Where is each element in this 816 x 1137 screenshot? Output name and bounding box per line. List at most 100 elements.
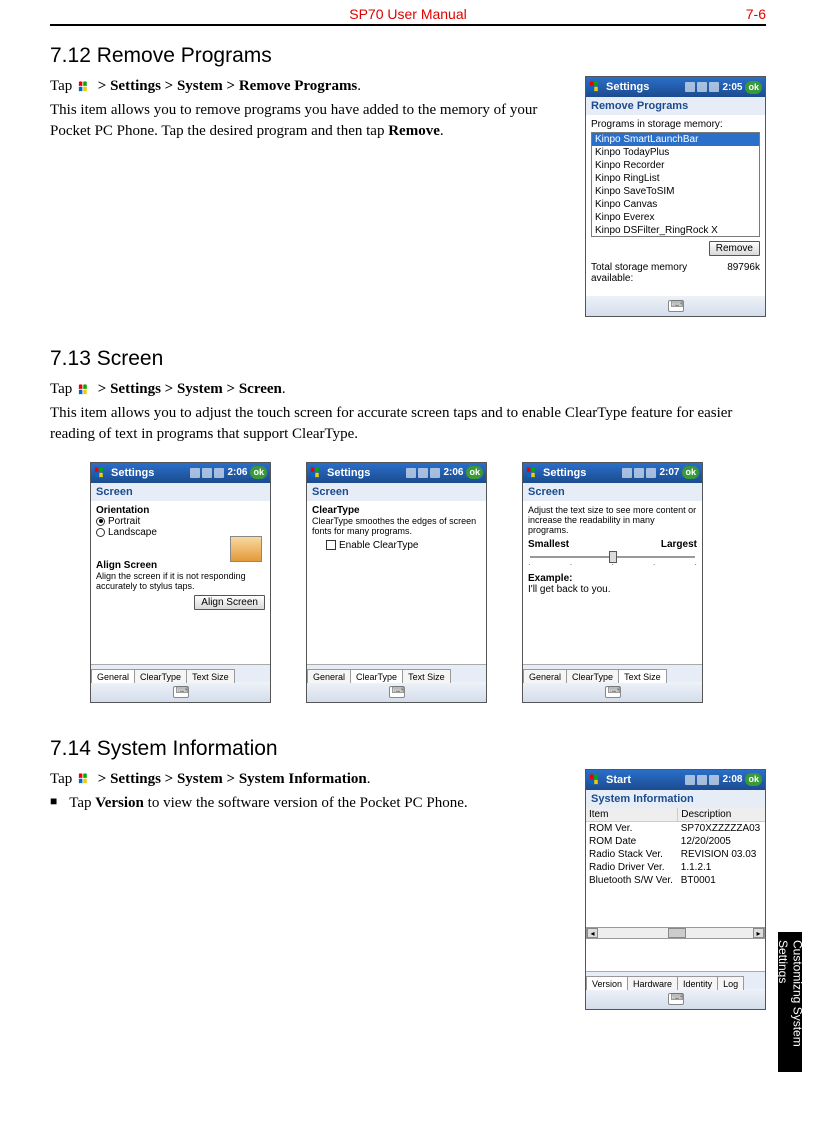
screen-subtitle: Remove Programs [586, 97, 765, 115]
table-row: ROM Date12/20/2005 [586, 835, 765, 848]
start-icon[interactable] [310, 466, 324, 480]
side-tab-chapter: Customizng System Settings [778, 932, 802, 1072]
signal-icon [685, 775, 695, 785]
tab-identity[interactable]: Identity [677, 976, 718, 990]
radio-portrait[interactable]: Portrait [96, 516, 265, 527]
tab-hardware[interactable]: Hardware [627, 976, 678, 990]
programs-label: Programs in storage memory: [591, 119, 760, 130]
start-icon[interactable] [589, 80, 603, 94]
window-title: Settings [111, 467, 187, 479]
storage-label: Total storage memory available: [591, 262, 727, 284]
volume-icon [214, 468, 224, 478]
table-row: Bluetooth S/W Ver.BT0001 [586, 874, 765, 887]
tab-textsize[interactable]: Text Size [186, 669, 235, 683]
tap-path-7-14: Tap > Settings > System > System Informa… [50, 769, 555, 789]
window-title: Settings [543, 467, 619, 479]
window-title: Settings [606, 81, 682, 93]
list-item[interactable]: Kinpo TodayPlus [592, 146, 759, 159]
connection-icon [418, 468, 428, 478]
keyboard-icon[interactable] [668, 993, 684, 1005]
textsize-desc: Adjust the text size to see more content… [528, 505, 697, 535]
keyboard-icon[interactable] [668, 300, 684, 312]
section-7-14-heading: 7.14 System Information [50, 737, 766, 761]
tap-path-7-13: Tap > Settings > System > Screen. [50, 379, 766, 399]
tab-version[interactable]: Version [586, 976, 628, 990]
keyboard-icon[interactable] [389, 686, 405, 698]
align-screen-button[interactable]: Align Screen [194, 595, 265, 610]
example-label: Example: [528, 573, 697, 584]
bullet-version: ■ Tap Version to view the software versi… [50, 793, 555, 813]
connection-icon [697, 82, 707, 92]
ok-button[interactable]: ok [745, 81, 762, 94]
remove-programs-screenshot: Settings 2:05 ok Remove Programs Program… [585, 76, 766, 317]
system-information-screenshot: Start 2:08 ok System Information Item De… [585, 769, 766, 1010]
example-text: I'll get back to you. [528, 584, 697, 595]
list-item[interactable]: Kinpo SaveToSIM [592, 185, 759, 198]
connection-icon [634, 468, 644, 478]
section-7-13-body: This item allows you to adjust the touch… [50, 403, 766, 444]
ok-button[interactable]: ok [250, 466, 267, 479]
start-icon[interactable] [526, 466, 540, 480]
align-screen-desc: Align the screen if it is not responding… [96, 571, 265, 591]
soft-key-bar [586, 296, 765, 316]
tab-cleartype[interactable]: ClearType [350, 669, 403, 683]
remove-button[interactable]: Remove [709, 241, 760, 256]
volume-icon [430, 468, 440, 478]
tab-cleartype[interactable]: ClearType [566, 669, 619, 683]
screen-subtitle: System Information [586, 790, 765, 808]
list-item[interactable]: Kinpo Everex [592, 211, 759, 224]
volume-icon [646, 468, 656, 478]
start-icon[interactable] [94, 466, 108, 480]
list-item[interactable]: Kinpo DSFilter_RingRock X [592, 224, 759, 237]
list-item[interactable]: Kinpo Recorder [592, 159, 759, 172]
page-header: SP70 User Manual 7-6 [50, 0, 766, 26]
keyboard-icon[interactable] [605, 686, 621, 698]
tab-general[interactable]: General [91, 669, 135, 683]
volume-icon [709, 775, 719, 785]
start-icon [77, 80, 93, 94]
col-item: Item [586, 808, 678, 822]
list-item[interactable]: Kinpo Canvas [592, 198, 759, 211]
scroll-right-icon[interactable]: ▸ [753, 928, 764, 938]
window-title: Settings [327, 467, 403, 479]
screen-general-screenshot: Settings 2:06 ok Screen Orientation Port… [90, 462, 271, 703]
col-description: Description [678, 808, 765, 822]
connection-icon [202, 468, 212, 478]
signal-icon [685, 82, 695, 92]
screen-subtitle: Screen [523, 483, 702, 501]
keyboard-icon[interactable] [173, 686, 189, 698]
programs-list[interactable]: Kinpo SmartLaunchBar Kinpo TodayPlus Kin… [591, 132, 760, 237]
scroll-left-icon[interactable]: ◂ [587, 928, 598, 938]
ok-button[interactable]: ok [745, 773, 762, 786]
smallest-label: Smallest [528, 539, 569, 550]
window-title: Start [606, 774, 682, 786]
tab-cleartype[interactable]: ClearType [134, 669, 187, 683]
tap-path-7-12: Tap > Settings > System > Remove Program… [50, 76, 555, 96]
horizontal-scrollbar[interactable]: ◂ ▸ [586, 927, 765, 939]
tab-general[interactable]: General [307, 669, 351, 683]
orientation-label: Orientation [96, 505, 265, 516]
largest-label: Largest [661, 539, 697, 550]
tab-textsize[interactable]: Text Size [402, 669, 451, 683]
orientation-preview-icon [230, 536, 262, 562]
start-icon[interactable] [589, 773, 603, 787]
tab-textsize[interactable]: Text Size [618, 669, 667, 683]
enable-cleartype-checkbox[interactable]: Enable ClearType [326, 540, 481, 551]
section-7-12-body: This item allows you to remove programs … [50, 100, 555, 141]
header-title: SP70 User Manual [349, 6, 467, 22]
screen-textsize-screenshot: Settings 2:07 ok Screen Adjust the text … [522, 462, 703, 703]
ok-button[interactable]: ok [682, 466, 699, 479]
list-item[interactable]: Kinpo RingList [592, 172, 759, 185]
storage-value: 89796k [727, 262, 760, 284]
list-item[interactable]: Kinpo SmartLaunchBar [592, 133, 759, 146]
signal-icon [190, 468, 200, 478]
tab-general[interactable]: General [523, 669, 567, 683]
tab-log[interactable]: Log [717, 976, 744, 990]
table-row: ROM Ver.SP70XZZZZZA03 [586, 821, 765, 835]
screen-subtitle: Screen [307, 483, 486, 501]
text-size-slider[interactable] [530, 556, 695, 558]
table-row: Radio Driver Ver.1.1.2.1 [586, 861, 765, 874]
signal-icon [622, 468, 632, 478]
ok-button[interactable]: ok [466, 466, 483, 479]
signal-icon [406, 468, 416, 478]
